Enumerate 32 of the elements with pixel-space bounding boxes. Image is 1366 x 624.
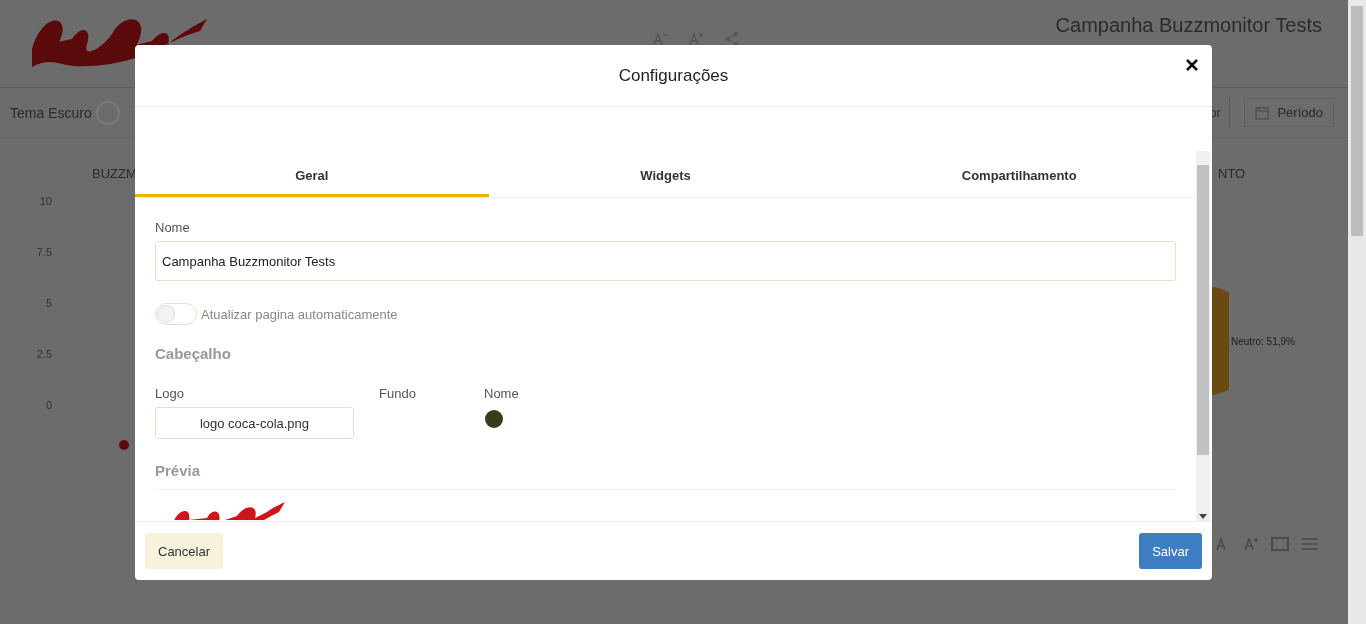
dashboard-title: Campanha Buzzmonitor Tests: [1055, 14, 1322, 37]
tab[interactable]: Geral: [135, 151, 489, 197]
close-icon: [1186, 59, 1198, 71]
name-field[interactable]: Campanha Buzzmonitor Tests: [155, 241, 1176, 281]
save-button[interactable]: Salvar: [1139, 533, 1202, 569]
slice-label: Neutro: 51,9%: [1231, 335, 1295, 347]
share-icon[interactable]: [724, 30, 740, 47]
dialog-title: Configurações: [618, 65, 729, 86]
field-label: Nome: [484, 386, 519, 401]
field-label: Fundo: [379, 386, 417, 401]
chart-title: NTO: [1218, 166, 1247, 181]
field-label: Nome: [155, 220, 191, 235]
toggle-label: Atualizar pagina automaticamente: [201, 306, 398, 322]
tab[interactable]: Compartilhamento: [842, 151, 1196, 197]
frame-icon[interactable]: [1271, 536, 1289, 552]
menu-icon[interactable]: [1301, 536, 1319, 552]
color-swatch[interactable]: [485, 410, 503, 428]
toggle-switch[interactable]: [155, 303, 197, 325]
section-title: Cabeçalho: [155, 345, 232, 362]
scrollbar[interactable]: [1196, 151, 1210, 521]
section-title: Prévia: [155, 462, 1175, 490]
theme-label: Tema Escuro: [10, 104, 92, 121]
field-label: Logo: [155, 386, 185, 401]
decrease-font-icon[interactable]: [652, 30, 668, 47]
tab[interactable]: Widgets: [488, 151, 843, 197]
file-button[interactable]: logo coca-cola.png: [155, 407, 354, 439]
increase-font-icon[interactable]: [688, 30, 704, 47]
scroll-down-icon[interactable]: [1199, 514, 1207, 519]
cancel-button[interactable]: Cancelar: [145, 533, 224, 569]
legend-dot: [119, 440, 129, 450]
scrollbar[interactable]: [1348, 0, 1366, 624]
calendar-icon: [1255, 105, 1270, 120]
